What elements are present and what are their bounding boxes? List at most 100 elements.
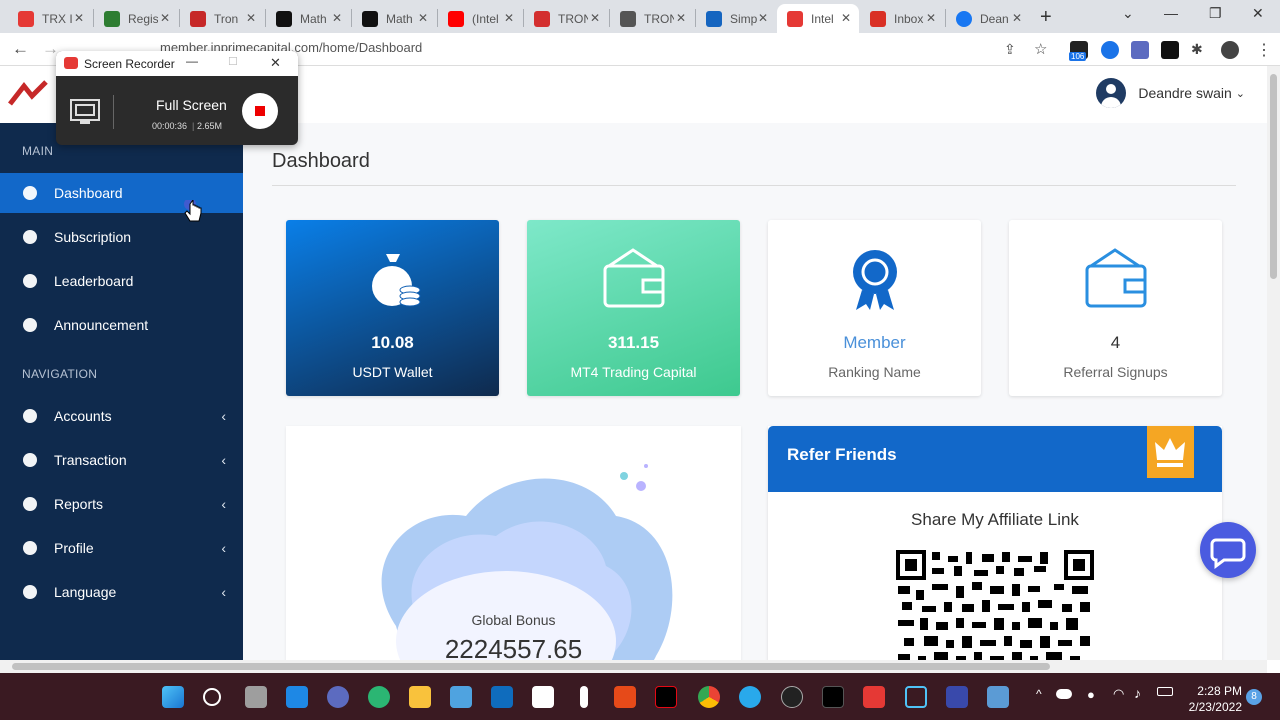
browser-tab[interactable]: Simp ✕ <box>696 4 776 33</box>
profile-avatar[interactable] <box>1221 41 1239 59</box>
restore-button[interactable]: ❐ <box>1209 5 1222 22</box>
netflix-icon[interactable] <box>655 686 677 708</box>
back-icon[interactable]: ← <box>12 39 29 59</box>
browser-tab-active[interactable]: Intel ✕ <box>777 4 859 33</box>
recorder-title-bar: Screen Recorder — ☐ ✕ <box>56 51 298 76</box>
sidebar-item-announcement[interactable]: Announcement <box>0 305 243 345</box>
extension-icon[interactable] <box>1161 41 1179 59</box>
close-tab-icon[interactable]: ✕ <box>332 11 342 25</box>
dropbox-icon[interactable] <box>532 686 554 708</box>
close-tab-icon[interactable]: ✕ <box>418 11 428 25</box>
cloud-icon[interactable] <box>1056 689 1072 699</box>
teams-chat-icon[interactable] <box>327 686 349 708</box>
chevron-up-icon[interactable]: ^ <box>1036 687 1042 701</box>
close-tab-icon[interactable]: ✕ <box>74 11 84 25</box>
close-tab-icon[interactable]: ✕ <box>926 11 936 25</box>
widgets-icon[interactable] <box>286 686 308 708</box>
share-icon[interactable]: ⇪ <box>1004 41 1016 58</box>
close-tab-icon[interactable]: ✕ <box>1012 11 1022 25</box>
battery-icon[interactable] <box>1157 687 1173 696</box>
sidebar-item-transaction[interactable]: Transaction ‹ <box>0 440 243 480</box>
sidebar-item-language[interactable]: Language ‹ <box>0 572 243 612</box>
app-icon[interactable] <box>905 686 927 708</box>
live-chat-button[interactable] <box>1200 522 1256 578</box>
ranking-card[interactable]: Member Ranking Name <box>768 220 981 396</box>
screen-area-icon[interactable] <box>70 99 100 125</box>
sidebar-item-leaderboard[interactable]: Leaderboard <box>0 261 243 301</box>
close-button[interactable]: ✕ <box>270 55 281 71</box>
affiliate-qr-code[interactable] <box>896 550 1094 660</box>
close-tab-icon[interactable]: ✕ <box>246 11 256 25</box>
vertical-scrollbar[interactable] <box>1267 66 1280 660</box>
card-value: 311.15 <box>607 333 660 352</box>
browser-tab[interactable]: Math ✕ <box>352 4 436 33</box>
close-tab-icon[interactable]: ✕ <box>590 11 600 25</box>
edge-icon[interactable] <box>368 686 390 708</box>
browser-menu-icon[interactable]: ⋮ <box>1256 40 1272 60</box>
mt4-capital-card[interactable]: 311.15 MT4 Trading Capital <box>527 220 740 396</box>
volume-icon[interactable]: ♪ <box>1134 685 1141 701</box>
browser-tab[interactable]: Math ✕ <box>266 4 350 33</box>
browser-tab[interactable]: TRX I ✕ <box>8 4 92 33</box>
browser-tab[interactable]: (Intel ✕ <box>438 4 522 33</box>
search-icon[interactable] <box>203 688 221 706</box>
horizontal-scrollbar[interactable] <box>0 660 1267 673</box>
sidebar-item-subscription[interactable]: Subscription <box>0 217 243 257</box>
extension-icon[interactable] <box>1101 41 1119 59</box>
tradingview-icon[interactable] <box>822 686 844 708</box>
user-menu[interactable]: Deandre swain ⌄ <box>1096 78 1245 108</box>
globe-icon <box>620 10 636 27</box>
minimize-button[interactable]: — <box>1164 5 1178 21</box>
close-tab-icon[interactable]: ✕ <box>758 11 768 25</box>
scrollbar-thumb[interactable] <box>1270 74 1277 279</box>
app-icon[interactable] <box>946 686 968 708</box>
maximize-button[interactable]: ☐ <box>228 55 238 68</box>
extension-icon[interactable] <box>1131 41 1149 59</box>
notification-badge[interactable]: 8 <box>1246 689 1262 705</box>
app-icon[interactable] <box>781 686 803 708</box>
task-view-icon[interactable] <box>245 686 267 708</box>
windows-start-icon[interactable] <box>162 686 184 708</box>
sidebar-item-accounts[interactable]: Accounts ‹ <box>0 396 243 436</box>
mail-icon[interactable] <box>491 686 513 708</box>
browser-tab[interactable]: Dean ✕ <box>946 4 1030 33</box>
close-tab-icon[interactable]: ✕ <box>841 11 851 25</box>
sidebar-item-label: Profile <box>54 540 94 556</box>
wifi-icon[interactable]: ◠ <box>1113 686 1124 702</box>
file-explorer-icon[interactable] <box>409 686 431 708</box>
microphone-icon[interactable]: ● <box>1087 687 1095 702</box>
close-tab-icon[interactable]: ✕ <box>676 11 686 25</box>
referral-signups-card[interactable]: 4 Referral Signups <box>1009 220 1222 396</box>
browser-tab[interactable]: TRON ✕ <box>610 4 694 33</box>
sidebar-item-dashboard[interactable]: Dashboard <box>0 173 243 213</box>
extensions-puzzle-icon[interactable]: ✱ <box>1191 41 1203 58</box>
usdt-wallet-card[interactable]: 10.08 USDT Wallet <box>286 220 499 396</box>
office-icon[interactable] <box>614 686 636 708</box>
new-tab-button[interactable]: + <box>1040 6 1052 29</box>
card-caption: MT4 Trading Capital <box>570 364 697 380</box>
taskbar-clock[interactable]: 2:28 PM 2/23/2022 <box>1186 683 1242 715</box>
screen-recorder-icon[interactable] <box>863 686 885 708</box>
close-tab-icon[interactable]: ✕ <box>504 11 514 25</box>
app-icon[interactable] <box>580 686 588 708</box>
store-icon[interactable] <box>450 686 472 708</box>
browser-tab[interactable]: TRON ✕ <box>524 4 608 33</box>
tab-favicon <box>787 10 803 27</box>
browser-tab[interactable]: Inbox ✕ <box>860 4 944 33</box>
sidebar-item-profile[interactable]: Profile ‹ <box>0 528 243 568</box>
youtube-icon <box>448 10 464 27</box>
sidebar-item-reports[interactable]: Reports ‹ <box>0 484 243 524</box>
tab-search-icon[interactable]: ⌄ <box>1122 5 1134 22</box>
telegram-icon[interactable] <box>739 686 761 708</box>
chrome-icon[interactable] <box>698 686 720 708</box>
browser-tab[interactable]: Tron ✕ <box>180 4 264 33</box>
bookmark-star-icon[interactable]: ☆ <box>1034 40 1047 58</box>
scrollbar-thumb[interactable] <box>12 663 1050 670</box>
close-tab-icon[interactable]: ✕ <box>160 11 170 25</box>
browser-tab[interactable]: Regis ✕ <box>94 4 178 33</box>
minimize-button[interactable]: — <box>186 54 198 68</box>
stop-recording-button[interactable] <box>242 93 278 129</box>
close-window-button[interactable]: ✕ <box>1252 5 1264 22</box>
list-icon <box>23 497 37 511</box>
app-icon[interactable] <box>987 686 1009 708</box>
